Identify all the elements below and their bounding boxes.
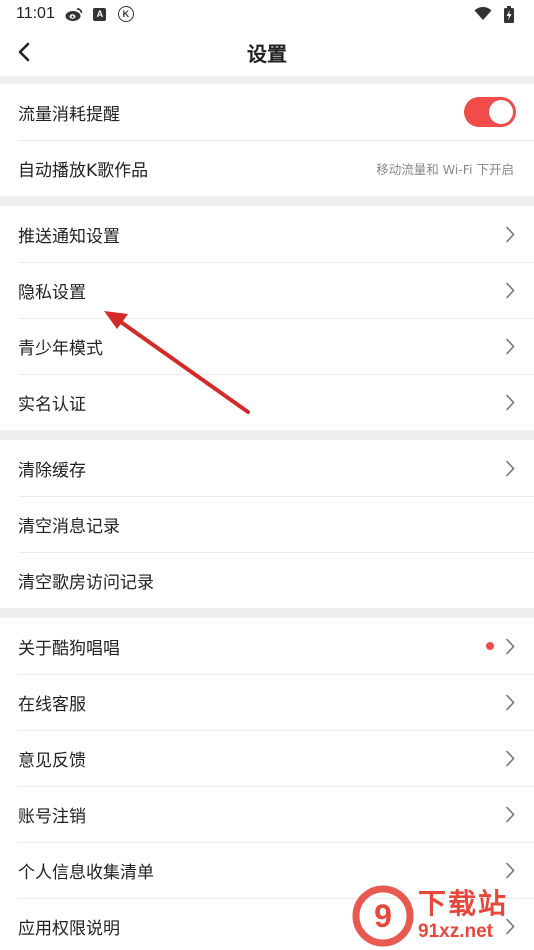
- section-divider: [0, 608, 534, 618]
- row-value-note: 移动流量和 Wi-Fi 下开启: [376, 161, 514, 177]
- row-label: 自动播放K歌作品: [18, 160, 149, 181]
- row-clear-message-history[interactable]: 清空消息记录: [0, 496, 534, 552]
- data-usage-toggle[interactable]: [464, 97, 516, 127]
- chevron-right-icon: [504, 337, 516, 355]
- chevron-right-icon: [504, 693, 516, 711]
- row-autoplay-k-songs[interactable]: 自动播放K歌作品 移动流量和 Wi-Fi 下开启: [0, 140, 534, 196]
- row-label: 在线客服: [18, 694, 86, 715]
- page-title: 设置: [247, 41, 287, 66]
- chevron-right-icon: [504, 637, 516, 655]
- row-label: 账号注销: [18, 806, 86, 827]
- row-push-notification-settings[interactable]: 推送通知设置: [0, 206, 534, 262]
- row-teen-mode[interactable]: 青少年模式: [0, 318, 534, 374]
- row-label: 个人信息收集清单: [18, 862, 154, 883]
- nav-header: 设置: [0, 28, 534, 76]
- status-bar: 11:01 A K: [0, 0, 534, 28]
- back-button[interactable]: [8, 36, 40, 68]
- section-divider: [0, 76, 534, 84]
- chevron-right-icon: [504, 393, 516, 411]
- row-label: 流量消耗提醒: [18, 104, 120, 125]
- toggle-knob: [489, 100, 513, 124]
- row-clear-room-visit-history[interactable]: 清空歌房访问记录: [0, 552, 534, 608]
- chevron-right-icon: [504, 281, 516, 299]
- a-box-icon: A: [91, 5, 109, 23]
- status-time: 11:01: [16, 5, 55, 22]
- wifi-icon: [474, 5, 492, 23]
- row-privacy-settings[interactable]: 隐私设置: [0, 262, 534, 318]
- weibo-icon: [65, 5, 83, 23]
- row-data-usage-alert: 流量消耗提醒: [0, 84, 534, 140]
- row-label: 青少年模式: [18, 338, 103, 359]
- section-divider: [0, 196, 534, 206]
- svg-text:9: 9: [374, 898, 392, 934]
- row-label: 清空消息记录: [18, 516, 120, 537]
- watermark-url: 91xz.net: [418, 921, 493, 942]
- row-account-deletion[interactable]: 账号注销: [0, 786, 534, 842]
- watermark-logo: 9: [352, 885, 414, 947]
- chevron-right-icon: [504, 225, 516, 243]
- settings-group-privacy: 推送通知设置 隐私设置 青少年模式 实名认证: [0, 206, 534, 430]
- row-clear-cache[interactable]: 清除缓存: [0, 440, 534, 496]
- row-label: 清除缓存: [18, 460, 86, 481]
- row-label: 意见反馈: [18, 750, 86, 771]
- chevron-right-icon: [504, 861, 516, 879]
- row-label: 推送通知设置: [18, 226, 120, 247]
- row-label: 清空歌房访问记录: [18, 572, 154, 593]
- chevron-left-icon: [18, 42, 30, 62]
- row-feedback[interactable]: 意见反馈: [0, 730, 534, 786]
- settings-group-storage: 清除缓存 清空消息记录 清空歌房访问记录: [0, 440, 534, 608]
- chevron-right-icon: [504, 805, 516, 823]
- row-real-name-verification[interactable]: 实名认证: [0, 374, 534, 430]
- row-about-app[interactable]: 关于酷狗唱唱: [0, 618, 534, 674]
- row-online-support[interactable]: 在线客服: [0, 674, 534, 730]
- settings-group-network: 流量消耗提醒 自动播放K歌作品 移动流量和 Wi-Fi 下开启: [0, 84, 534, 196]
- row-label: 关于酷狗唱唱: [18, 638, 120, 659]
- watermark-title: 下载站: [418, 887, 509, 920]
- chevron-right-icon: [504, 749, 516, 767]
- row-label: 实名认证: [18, 394, 86, 415]
- update-badge-dot: [486, 642, 494, 650]
- battery-charging-icon: [500, 5, 518, 23]
- chevron-right-icon: [504, 459, 516, 477]
- site-watermark: 9 下载站 91xz.net: [352, 884, 530, 948]
- k-circle-icon: K: [117, 5, 135, 23]
- row-label: 隐私设置: [18, 282, 86, 303]
- section-divider: [0, 430, 534, 440]
